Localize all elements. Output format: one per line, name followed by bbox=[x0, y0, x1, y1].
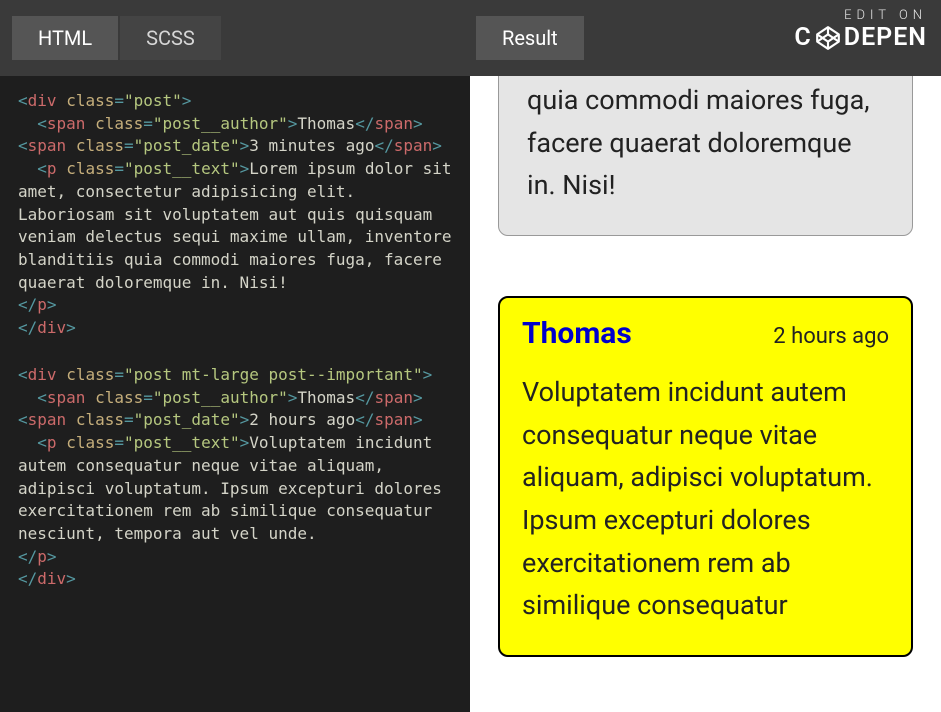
result-panel: quia commodi maiores fuga, facere quaera… bbox=[470, 76, 941, 712]
post-date: 2 hours ago bbox=[773, 324, 889, 349]
codepen-icon bbox=[816, 26, 840, 50]
result-post-2: Thomas 2 hours ago Voluptatem incidunt a… bbox=[498, 296, 913, 657]
edit-on-codepen[interactable]: EDIT ON C DEPEN bbox=[794, 8, 927, 52]
code-block-2: <div class="post mt-large post--importan… bbox=[18, 364, 452, 591]
tab-scss[interactable]: SCSS bbox=[120, 16, 221, 60]
post-text: quia commodi maiores fuga, facere quaera… bbox=[527, 79, 884, 207]
code-block-1: <div class="post"> <span class="post__au… bbox=[18, 90, 452, 340]
post-author: Thomas bbox=[522, 316, 632, 351]
tab-result[interactable]: Result bbox=[476, 16, 584, 60]
codepen-logo: C DEPEN bbox=[794, 23, 927, 52]
editor-tabs: HTML SCSS bbox=[12, 16, 223, 60]
post-text: Voluptatem incidunt autem consequatur ne… bbox=[522, 371, 889, 627]
tab-html[interactable]: HTML bbox=[12, 16, 118, 60]
post-header: Thomas 2 hours ago bbox=[522, 316, 889, 351]
content-area: <div class="post"> <span class="post__au… bbox=[0, 76, 941, 712]
edit-on-label: EDIT ON bbox=[794, 8, 927, 23]
result-post-1: quia commodi maiores fuga, facere quaera… bbox=[498, 76, 913, 236]
header-bar: HTML SCSS Result EDIT ON C DEPEN bbox=[0, 0, 941, 76]
code-editor[interactable]: <div class="post"> <span class="post__au… bbox=[0, 76, 470, 712]
